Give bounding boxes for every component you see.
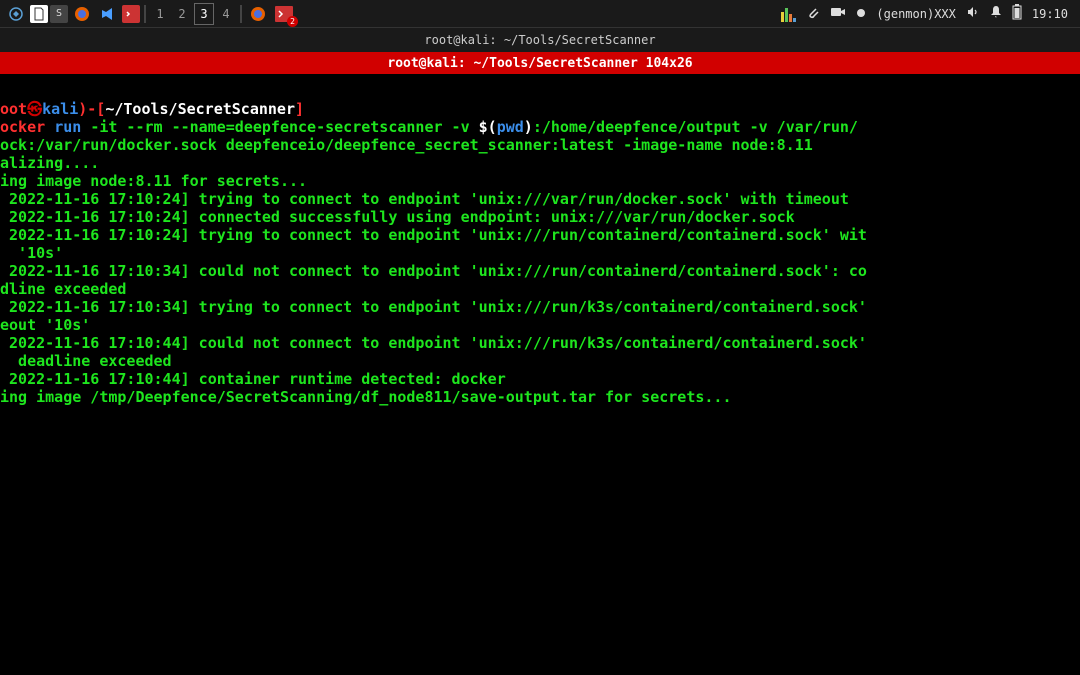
bell-icon[interactable] bbox=[990, 5, 1002, 22]
command-line-1: ocker run -it --rm --name=deepfence-secr… bbox=[0, 118, 1080, 136]
workspace-4[interactable]: 4 bbox=[216, 3, 236, 25]
output-line: eout '10s' bbox=[0, 316, 1080, 334]
output-line: 2022-11-16 17:10:24] trying to connect t… bbox=[0, 226, 1080, 244]
output-line: 2022-11-16 17:10:44] could not connect t… bbox=[0, 334, 1080, 352]
attachment-icon[interactable] bbox=[806, 5, 820, 22]
dimension-text: root@kali: ~/Tools/SecretScanner 104x26 bbox=[387, 56, 692, 71]
terminal-active-icon[interactable]: 2 bbox=[272, 3, 296, 25]
camera-icon[interactable] bbox=[830, 6, 846, 21]
command-line-2: ock:/var/run/docker.sock deepfenceio/dee… bbox=[0, 136, 1080, 154]
output-line: deadline exceeded bbox=[0, 352, 1080, 370]
output-line: ing image node:8.11 for secrets... bbox=[0, 172, 1080, 190]
recording-icon[interactable] bbox=[856, 7, 866, 21]
output-line: 2022-11-16 17:10:24] connected successfu… bbox=[0, 208, 1080, 226]
workspace-2[interactable]: 2 bbox=[172, 3, 192, 25]
workspace-3[interactable]: 3 bbox=[194, 3, 214, 25]
separator bbox=[144, 5, 146, 23]
output-line: 2022-11-16 17:10:24] trying to connect t… bbox=[0, 190, 1080, 208]
file-icon[interactable] bbox=[30, 5, 48, 23]
system-monitor-icon[interactable] bbox=[781, 6, 796, 22]
menu-icon[interactable] bbox=[4, 3, 28, 25]
output-line: '10s' bbox=[0, 244, 1080, 262]
vscode-icon[interactable] bbox=[96, 3, 120, 25]
window-titlebar: root@kali: ~/Tools/SecretScanner bbox=[0, 28, 1080, 52]
genmon-label: (genmon)XXX bbox=[876, 7, 955, 21]
terminal-body[interactable]: oot㉿kali)-[~/Tools/SecretScanner] ocker … bbox=[0, 74, 1080, 675]
dimension-bar: root@kali: ~/Tools/SecretScanner 104x26 bbox=[0, 52, 1080, 74]
taskbar: S 1 2 3 4 2 (genm bbox=[0, 0, 1080, 28]
volume-icon[interactable] bbox=[966, 5, 980, 22]
taskbar-right: (genmon)XXX 19:10 bbox=[781, 4, 1076, 23]
terminal-icon[interactable] bbox=[122, 5, 140, 23]
firefox-icon[interactable] bbox=[70, 3, 94, 25]
firefox-icon-2[interactable] bbox=[246, 3, 270, 25]
output-line: alizing.... bbox=[0, 154, 1080, 172]
prompt-line: oot㉿kali)-[~/Tools/SecretScanner] bbox=[0, 100, 1080, 118]
output-line: 2022-11-16 17:10:44] container runtime d… bbox=[0, 370, 1080, 388]
clock[interactable]: 19:10 bbox=[1032, 7, 1068, 21]
output-line: dline exceeded bbox=[0, 280, 1080, 298]
battery-icon[interactable] bbox=[1012, 4, 1022, 23]
badge-count: 2 bbox=[287, 16, 298, 27]
output-line: 2022-11-16 17:10:34] trying to connect t… bbox=[0, 298, 1080, 316]
sublime-icon[interactable]: S bbox=[50, 5, 68, 23]
output-line: ing image /tmp/Deepfence/SecretScanning/… bbox=[0, 388, 1080, 406]
taskbar-left: S 1 2 3 4 2 bbox=[4, 3, 781, 25]
window-title: root@kali: ~/Tools/SecretScanner bbox=[424, 33, 655, 47]
workspace-1[interactable]: 1 bbox=[150, 3, 170, 25]
separator bbox=[240, 5, 242, 23]
output-line: 2022-11-16 17:10:34] could not connect t… bbox=[0, 262, 1080, 280]
